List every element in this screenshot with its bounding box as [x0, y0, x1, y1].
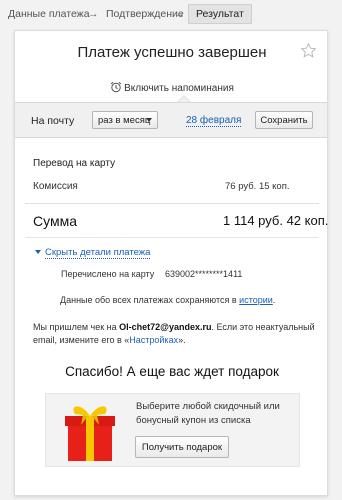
history-note-end: .: [272, 295, 276, 305]
receipt-text-end: ».: [178, 335, 186, 345]
reminder-frequency-value: раз в месяц: [98, 115, 151, 126]
hide-details-toggle[interactable]: Скрыть детали платежа: [35, 247, 151, 259]
payment-type-title: Перевод на карту: [33, 158, 116, 169]
hide-details-label: Скрыть детали платежа: [45, 247, 151, 259]
gift-offer: Выберите любой скидочный или бонусный ку…: [45, 393, 300, 467]
sent-to-card-label: Перечислено на карту: [61, 269, 155, 279]
history-note: Данные обо всех платежах сохраняются в и…: [60, 295, 275, 305]
breadcrumb-arrow: →: [174, 8, 185, 20]
alarm-clock-icon: [110, 81, 122, 93]
gift-title: Спасибо! А еще вас ждет подарок: [65, 364, 279, 379]
payment-result-card: Платеж успешно завершен Включить напомин…: [14, 30, 328, 496]
settings-link[interactable]: Настройках: [129, 335, 178, 345]
fee-value: 76 руб. 15 коп.: [225, 181, 290, 192]
page-title: Платеж успешно завершен: [77, 44, 267, 61]
divider: [25, 203, 319, 204]
total-value: 1 114 руб. 42 коп.: [223, 213, 329, 228]
get-gift-button[interactable]: Получить подарок: [135, 436, 229, 458]
breadcrumb-step-payment-data[interactable]: Данные платежа: [8, 8, 90, 20]
gift-box-icon: [61, 399, 119, 468]
history-note-text: Данные обо всех платежах сохраняются в: [60, 295, 237, 305]
breadcrumb-step-confirmation[interactable]: Подтверждение: [106, 8, 184, 20]
fee-label: Комиссия: [33, 181, 78, 192]
save-button[interactable]: Сохранить: [255, 111, 313, 129]
receipt-note: Мы пришлем чек на Ol-chet72@yandex.ru. Е…: [33, 321, 323, 347]
triangle-down-icon: [35, 250, 41, 254]
total-label: Сумма: [33, 213, 77, 229]
breadcrumb-arrow: →: [88, 8, 99, 20]
enable-reminders-label: Включить напоминания: [124, 83, 234, 94]
card-number: 639002********1411: [165, 269, 243, 279]
reminder-frequency-select[interactable]: раз в месяц: [92, 111, 158, 129]
star-outline-icon[interactable]: [300, 42, 317, 64]
receipt-email: Ol-chet72@yandex.ru: [119, 322, 212, 332]
reminder-panel-pointer: [177, 95, 191, 102]
chevron-down-icon: [146, 118, 152, 122]
receipt-text-before: Мы пришлем чек на: [33, 322, 117, 332]
divider: [25, 237, 319, 238]
reminder-channel-label: На почту: [31, 115, 75, 127]
breadcrumb-step-result: Результат: [188, 4, 252, 24]
reminder-date-link[interactable]: 28 февраля: [186, 115, 242, 127]
enable-reminders[interactable]: Включить напоминания: [15, 81, 329, 97]
gift-description: Выберите любой скидочный или бонусный ку…: [136, 401, 280, 426]
breadcrumb: Данные платежа → Подтверждение → Результ…: [0, 4, 342, 24]
reminder-settings-panel: На почту раз в месяц 28 февраля Сохранит…: [15, 102, 327, 138]
history-link[interactable]: истории: [239, 295, 273, 305]
